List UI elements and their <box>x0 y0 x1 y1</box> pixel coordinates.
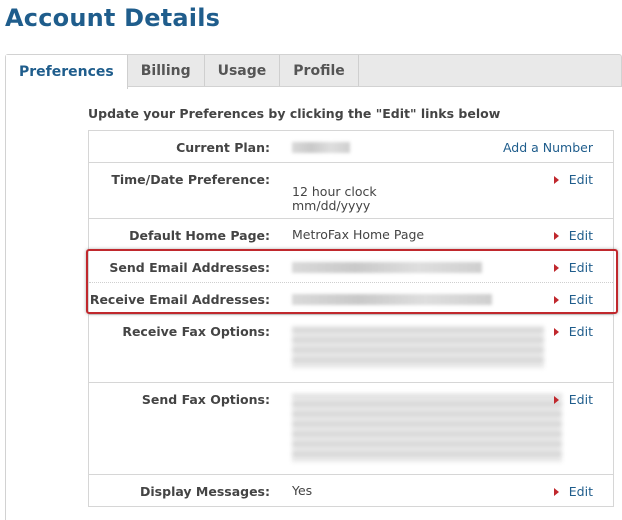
caret-right-icon <box>553 231 559 240</box>
edit-label: Edit <box>568 324 593 339</box>
date-format-value: mm/dd/yyyy <box>292 198 371 213</box>
row-display-messages: Display Messages: Yes Edit <box>89 475 613 507</box>
edit-label: Edit <box>568 292 593 307</box>
time-format-value: 12 hour clock <box>292 184 377 199</box>
edit-home-page-button[interactable]: Edit <box>553 228 593 243</box>
tab-preferences[interactable]: Preferences <box>6 55 128 89</box>
redacted-receive-fax <box>292 326 544 368</box>
row-receive-fax: Receive Fax Options: Edit <box>89 315 613 383</box>
send-email-value <box>292 260 482 273</box>
current-plan-value <box>292 140 350 153</box>
caret-right-icon <box>553 175 559 184</box>
receive-email-value <box>292 292 492 305</box>
edit-receive-fax-button[interactable]: Edit <box>553 324 593 339</box>
redacted-send-email <box>292 262 482 273</box>
add-number-link[interactable]: Add a Number <box>503 140 593 155</box>
add-number-label: Add a Number <box>502 140 593 155</box>
home-page-value: MetroFax Home Page <box>292 227 425 242</box>
row-current-plan: Current Plan: Add a Number <box>89 131 613 163</box>
home-page-label: Default Home Page: <box>129 228 270 243</box>
edit-label: Edit <box>568 484 593 499</box>
edit-send-email-button[interactable]: Edit <box>553 260 593 275</box>
edit-label: Edit <box>568 392 593 407</box>
send-email-label: Send Email Addresses: <box>109 260 270 275</box>
edit-label: Edit <box>568 260 593 275</box>
caret-right-icon <box>553 395 559 404</box>
edit-send-fax-button[interactable]: Edit <box>553 392 593 407</box>
display-messages-label: Display Messages: <box>140 484 270 499</box>
time-date-label: Time/Date Preference: <box>111 172 270 187</box>
edit-display-messages-button[interactable]: Edit <box>553 484 593 499</box>
receive-fax-value <box>292 324 544 368</box>
row-send-email: Send Email Addresses: Edit <box>89 251 613 283</box>
edit-receive-email-button[interactable]: Edit <box>553 292 593 307</box>
receive-email-label: Receive Email Addresses: <box>89 292 270 307</box>
page-title: Account Details <box>5 4 221 32</box>
display-messages-value: Yes <box>292 483 313 498</box>
send-fax-label: Send Fax Options: <box>141 392 270 407</box>
redacted-plan <box>292 142 350 153</box>
row-home-page: Default Home Page: MetroFax Home Page Ed… <box>89 219 613 251</box>
caret-right-icon <box>553 295 559 304</box>
redacted-send-fax <box>292 394 562 462</box>
edit-time-date-button[interactable]: Edit <box>553 172 593 187</box>
tab-usage[interactable]: Usage <box>205 55 281 87</box>
receive-fax-label: Receive Fax Options: <box>122 324 270 339</box>
intro-text: Update your Preferences by clicking the … <box>88 106 501 121</box>
tab-billing[interactable]: Billing <box>128 55 205 87</box>
tab-profile[interactable]: Profile <box>280 55 359 87</box>
row-time-date: Time/Date Preference: 12 hour clock mm/d… <box>89 163 613 219</box>
caret-right-icon <box>553 327 559 336</box>
edit-label: Edit <box>568 172 593 187</box>
edit-label: Edit <box>568 228 593 243</box>
redacted-receive-email <box>292 294 492 305</box>
time-date-value: 12 hour clock mm/dd/yyyy <box>292 185 377 213</box>
tab-bar: Preferences Billing Usage Profile <box>5 54 622 89</box>
send-fax-value <box>292 392 562 462</box>
preferences-table: Current Plan: Add a Number Time/Date Pre… <box>88 130 614 507</box>
current-plan-label: Current Plan: <box>176 140 270 155</box>
row-receive-email: Receive Email Addresses: Edit <box>89 283 613 315</box>
caret-right-icon <box>553 487 559 496</box>
row-send-fax: Send Fax Options: Edit <box>89 383 613 475</box>
caret-right-icon <box>553 263 559 272</box>
